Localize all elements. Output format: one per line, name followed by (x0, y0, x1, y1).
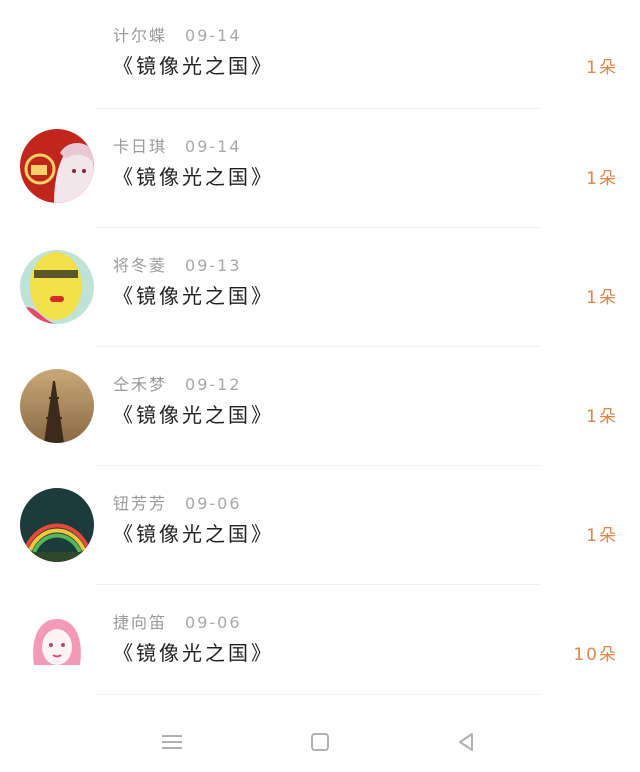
work-title: 《镜像光之国》 (113, 641, 274, 665)
meta: 计尔蝶 09-14 (113, 22, 242, 46)
meta: 钮芳芳 09-06 (113, 490, 242, 514)
list-item[interactable]: 卡日琪 09-14 《镜像光之国》 1朵 (0, 109, 640, 228)
date: 09-14 (185, 137, 242, 156)
back-triangle-icon[interactable] (452, 728, 480, 756)
meta: 捷向笛 09-06 (113, 609, 242, 633)
meta: 将冬菱 09-13 (113, 252, 242, 276)
flower-count: 10朵 (573, 645, 618, 665)
user-name: 钮芳芳 (113, 494, 168, 513)
date: 09-06 (185, 494, 242, 513)
date: 09-06 (185, 613, 242, 632)
user-name: 将冬菱 (113, 256, 168, 275)
user-name: 计尔蝶 (113, 26, 168, 45)
list-item[interactable]: 钮芳芳 09-06 《镜像光之国》 1朵 (0, 466, 640, 585)
home-square-icon[interactable] (306, 728, 334, 756)
work-title: 《镜像光之国》 (113, 54, 274, 78)
work-title: 《镜像光之国》 (113, 403, 274, 427)
date: 09-13 (185, 256, 242, 275)
meta: 仝禾梦 09-12 (113, 371, 242, 395)
work-title: 《镜像光之国》 (113, 522, 274, 546)
user-name: 卡日琪 (113, 137, 168, 156)
flower-count: 1朵 (586, 169, 618, 189)
system-nav-bar (0, 712, 640, 772)
divider (96, 694, 540, 695)
gift-list: 计尔蝶 09-14 《镜像光之国》 1朵 卡日琪 09-14 《镜像光之国》 1朵 (0, 0, 640, 695)
flower-count: 1朵 (586, 288, 618, 308)
flower-count: 1朵 (586, 407, 618, 427)
date: 09-12 (185, 375, 242, 394)
date: 09-14 (185, 26, 242, 45)
avatar[interactable] (20, 369, 94, 443)
avatar[interactable] (20, 488, 94, 562)
avatar[interactable] (20, 129, 94, 203)
list-item[interactable]: 仝禾梦 09-12 《镜像光之国》 1朵 (0, 347, 640, 466)
avatar[interactable] (20, 250, 94, 324)
user-name: 仝禾梦 (113, 375, 168, 394)
user-name: 捷向笛 (113, 613, 168, 632)
flower-count: 1朵 (586, 58, 618, 78)
avatar[interactable] (20, 607, 94, 681)
list-item[interactable]: 计尔蝶 09-14 《镜像光之国》 1朵 (0, 0, 640, 109)
list-item[interactable]: 捷向笛 09-06 《镜像光之国》 10朵 (0, 585, 640, 695)
menu-icon[interactable] (158, 728, 186, 756)
flower-count: 1朵 (586, 526, 618, 546)
list-item[interactable]: 将冬菱 09-13 《镜像光之国》 1朵 (0, 228, 640, 347)
work-title: 《镜像光之国》 (113, 284, 274, 308)
meta: 卡日琪 09-14 (113, 133, 242, 157)
work-title: 《镜像光之国》 (113, 165, 274, 189)
